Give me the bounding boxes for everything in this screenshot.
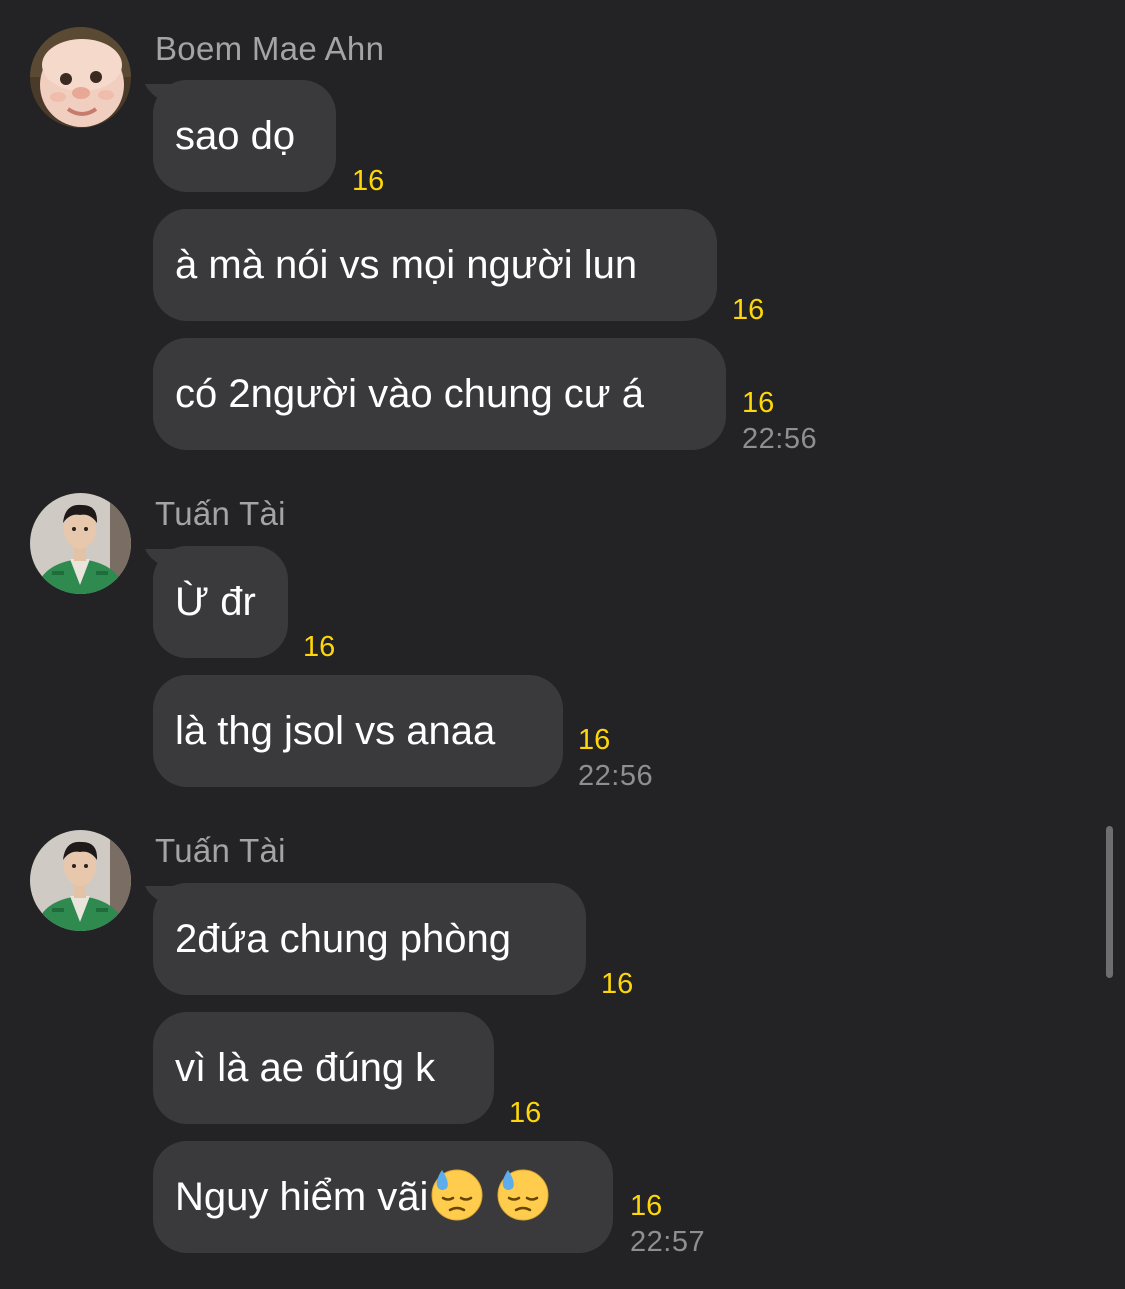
message-bubble[interactable]: 2đứa chung phòng: [153, 883, 586, 995]
message-text: Nguy hiểm vãi: [175, 1175, 429, 1219]
man-green-jacket-avatar-icon: [30, 830, 131, 931]
sender-name[interactable]: Boem Mae Ahn: [155, 30, 384, 68]
message-bubble[interactable]: sao dọ: [153, 80, 336, 192]
reaction-count[interactable]: 16: [630, 1190, 662, 1223]
avatar-tuan-tai[interactable]: [30, 830, 131, 931]
reaction-count[interactable]: 16: [509, 1097, 541, 1130]
reaction-count[interactable]: 16: [601, 968, 633, 1001]
message-bubble[interactable]: à mà nói vs mọi người lun: [153, 209, 717, 321]
scrollbar[interactable]: [1106, 826, 1113, 978]
reaction-count[interactable]: 16: [352, 165, 384, 198]
message-bubble[interactable]: Ừ đr: [153, 546, 288, 658]
sender-name[interactable]: Tuấn Tài: [155, 832, 286, 870]
reaction-count[interactable]: 16: [578, 724, 610, 757]
message-bubble[interactable]: là thg jsol vs anaa: [153, 675, 563, 787]
message-bubble[interactable]: có 2người vào chung cư á: [153, 338, 726, 450]
downcast-face-with-sweat-emoji-icon: [431, 1169, 484, 1222]
reaction-count[interactable]: 16: [732, 294, 764, 327]
message-timestamp: 22:56: [578, 760, 654, 792]
avatar-tuan-tai[interactable]: [30, 493, 131, 594]
message-bubble[interactable]: vì là ae đúng k: [153, 1012, 494, 1124]
avatar-boem-mae-ahn[interactable]: [30, 27, 131, 128]
sender-name[interactable]: Tuấn Tài: [155, 495, 286, 533]
message-timestamp: 22:57: [630, 1226, 706, 1258]
downcast-face-with-sweat-emoji-icon: [497, 1169, 550, 1222]
reaction-count[interactable]: 16: [303, 631, 335, 664]
man-green-jacket-avatar-icon: [30, 493, 131, 594]
reaction-count[interactable]: 16: [742, 387, 774, 420]
message-bubble[interactable]: Nguy hiểm vãi: [153, 1141, 613, 1253]
baby-face-avatar-icon: [30, 27, 131, 128]
message-timestamp: 22:56: [742, 423, 818, 455]
